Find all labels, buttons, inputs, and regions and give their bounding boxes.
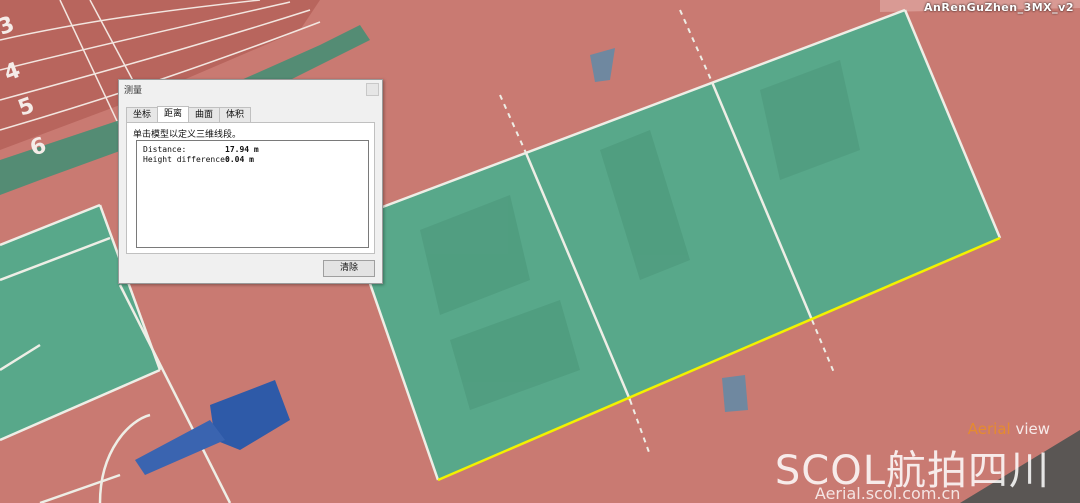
tab-volume[interactable]: 体积 [219, 107, 252, 123]
instruction-text: 单击模型以定义三维线段。 [133, 130, 242, 140]
model-title: AnRenGuZhen_3MX_v2 [924, 1, 1074, 14]
result-distance: Distance: 17.94 m [143, 145, 259, 154]
measure-dialog: 测量 坐标 距离 曲面 体积 单击模型以定义三维线段。 Distance: 17… [118, 79, 383, 284]
tab-coordinates[interactable]: 坐标 [126, 107, 159, 123]
dialog-title: 测量 [124, 86, 143, 96]
result-value: 17.94 m [225, 145, 259, 154]
result-height: Height difference: 0.04 m [143, 155, 254, 164]
tab-distance[interactable]: 距离 [157, 106, 190, 123]
watermark-subtitle: Aerial view [967, 420, 1050, 438]
watermark-url: Aerial.scol.com.cn [814, 484, 961, 503]
clear-button[interactable]: 清除 [323, 260, 375, 277]
result-value: 0.04 m [225, 155, 254, 164]
result-label: Height difference: [143, 155, 230, 164]
tab-surface[interactable]: 曲面 [188, 107, 221, 123]
results-box[interactable]: Distance: 17.94 m Height difference: 0.0… [136, 140, 369, 248]
result-label: Distance: [143, 145, 187, 154]
watermark: Aerial view SCOL航拍四川 Aerial.scol.com.cn [775, 420, 1050, 503]
small-structure [722, 375, 748, 412]
distance-panel: 单击模型以定义三维线段。 Distance: 17.94 m Height di… [126, 122, 375, 254]
close-button[interactable] [366, 83, 379, 96]
